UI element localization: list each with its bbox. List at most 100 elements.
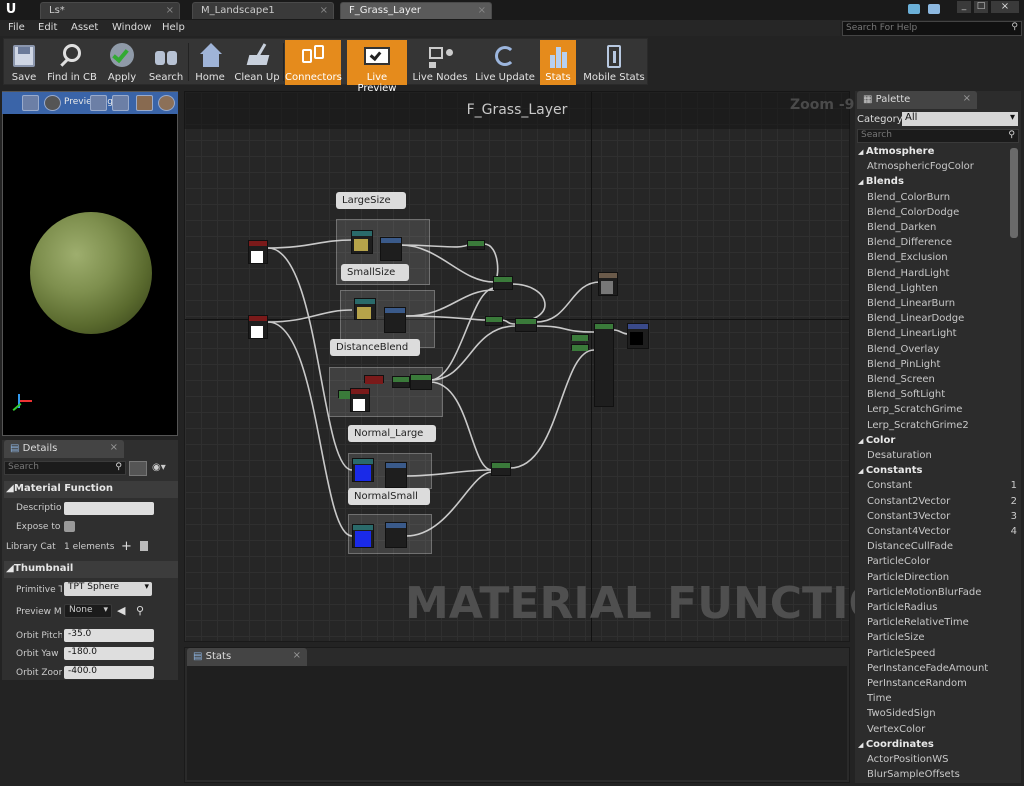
- normal-texture-small[interactable]: [352, 524, 374, 548]
- texture-node-large[interactable]: [380, 237, 402, 261]
- palette-category[interactable]: ◢ Constants: [858, 465, 1008, 476]
- search-icon: ⚲: [1008, 130, 1015, 140]
- palette-item[interactable]: Blend_Screen: [867, 374, 1017, 385]
- palette-item[interactable]: Blend_LinearBurn: [867, 298, 1017, 309]
- palette-item-label: Blend_Difference: [867, 237, 953, 249]
- palette-item[interactable]: Blend_ColorDodge: [867, 207, 1017, 218]
- category-value: All: [905, 112, 918, 123]
- palette-item[interactable]: Lerp_ScratchGrime2: [867, 420, 1017, 431]
- normal-texture-large[interactable]: [352, 458, 374, 482]
- math-node-a[interactable]: [467, 240, 485, 250]
- palette-item[interactable]: Constant 1: [867, 480, 1017, 491]
- category-dropdown[interactable]: All ▾: [902, 112, 1018, 126]
- texcoord-node-small[interactable]: [354, 298, 376, 320]
- palette-item-hotkey: 1: [1010, 480, 1017, 492]
- palette-item-label: Blend_LinearBurn: [867, 298, 956, 309]
- palette-category[interactable]: ◢ Color: [858, 435, 1008, 446]
- normal-multiply-large[interactable]: [385, 462, 407, 488]
- math-node-blend-2[interactable]: [410, 374, 432, 390]
- palette-item-label: Blend_ColorDodge: [867, 206, 960, 218]
- collapse-arrow-icon: ◢: [858, 467, 866, 476]
- palette-item[interactable]: Desaturation: [867, 450, 1017, 461]
- palette-item-label: Blend_LinearDodge: [867, 313, 965, 325]
- param-node-small[interactable]: [248, 315, 268, 339]
- palette-item[interactable]: Time: [867, 693, 1017, 704]
- palette-item-label: Constants: [865, 465, 923, 477]
- normal-multiply-small[interactable]: [385, 522, 407, 548]
- param-node-distance[interactable]: [350, 388, 370, 412]
- palette-item[interactable]: Blend_Darken: [867, 222, 1017, 233]
- texcoord-node-large[interactable]: [351, 230, 373, 254]
- make-attributes-node[interactable]: [594, 323, 614, 407]
- math-node-blend-1[interactable]: [392, 376, 410, 388]
- texture-node-small[interactable]: [384, 307, 406, 333]
- palette-item[interactable]: Constant4Vector 4: [867, 526, 1017, 537]
- palette-item-label: ActorPositionWS: [867, 754, 949, 765]
- palette-item[interactable]: Blend_SoftLight: [867, 389, 1017, 400]
- palette-tab[interactable]: ▦ Palette ×: [857, 91, 977, 109]
- palette-item[interactable]: PerInstanceRandom: [867, 678, 1017, 689]
- palette-search-input[interactable]: Search ⚲: [857, 129, 1019, 143]
- close-icon[interactable]: ×: [963, 93, 971, 104]
- palette-item[interactable]: Blend_LinearLight: [867, 328, 1017, 339]
- collapse-arrow-icon: ◢: [858, 148, 866, 156]
- palette-item[interactable]: Blend_LinearDodge: [867, 313, 1017, 324]
- palette-item[interactable]: Blend_PinLight: [867, 359, 1017, 370]
- palette-category[interactable]: ◢ Coordinates: [858, 739, 1008, 750]
- stats-tab[interactable]: ▤ Stats ×: [187, 648, 307, 666]
- scalar-node-blend-a[interactable]: [364, 375, 384, 384]
- palette-item[interactable]: Constant2Vector 2: [867, 496, 1017, 507]
- palette-item[interactable]: Blend_Lighten: [867, 283, 1017, 294]
- palette-item[interactable]: ParticleColor: [867, 556, 1017, 567]
- stats-body: [187, 666, 847, 780]
- lerp-node-normal[interactable]: [491, 462, 511, 476]
- palette-item[interactable]: Constant3Vector 3: [867, 511, 1017, 522]
- palette-item-label: Blend_Overlay: [867, 343, 940, 355]
- palette-item-label: Blend_Darken: [867, 222, 937, 233]
- palette-item-label: ParticleRelativeTime: [867, 617, 969, 629]
- palette-item-label: Blend_Lighten: [867, 282, 938, 294]
- close-icon[interactable]: ×: [293, 650, 301, 661]
- palette-item[interactable]: ActorPositionWS: [867, 754, 1017, 765]
- palette-item-label: TwoSidedSign: [867, 708, 936, 720]
- palette-item[interactable]: ParticleMotionBlurFade: [867, 587, 1017, 598]
- palette-item[interactable]: DistanceCullFade: [867, 541, 1017, 552]
- palette-item[interactable]: ParticleRadius: [867, 602, 1017, 613]
- param-node-large[interactable]: [248, 240, 268, 264]
- palette-item[interactable]: ParticleDirection: [867, 572, 1017, 583]
- palette-item[interactable]: AtmosphericFogColor: [867, 161, 1017, 172]
- palette-item-label: ParticleDirection: [867, 571, 950, 583]
- palette-item[interactable]: Lerp_ScratchGrime: [867, 404, 1017, 415]
- palette-item[interactable]: ParticleRelativeTime: [867, 617, 1017, 628]
- palette-tab-label: Palette: [875, 94, 911, 105]
- lerp-node-1[interactable]: [493, 276, 513, 290]
- palette-item[interactable]: Blend_HardLight: [867, 268, 1017, 279]
- pin-green-2[interactable]: [571, 344, 589, 351]
- palette-item[interactable]: BlurSampleOffsets: [867, 769, 1017, 780]
- pin-green-1[interactable]: [571, 334, 589, 341]
- palette-item[interactable]: Blend_Overlay: [867, 344, 1017, 355]
- collapse-arrow-icon: ◢: [858, 740, 866, 749]
- lerp-node-2[interactable]: [515, 318, 537, 332]
- palette-item[interactable]: Blend_ColorBurn: [867, 192, 1017, 203]
- palette-item-label: PerInstanceFadeAmount: [867, 662, 989, 674]
- palette-item[interactable]: Blend_Difference: [867, 237, 1017, 248]
- output-node[interactable]: [627, 323, 649, 349]
- desaturation-node[interactable]: [598, 272, 618, 296]
- palette-item-label: Blend_Exclusion: [867, 252, 948, 264]
- palette-item-label: DistanceCullFade: [867, 541, 954, 553]
- palette-category[interactable]: ◢ Blends: [858, 176, 1008, 187]
- palette-item-label: Blend_ColorBurn: [867, 191, 951, 203]
- palette-item[interactable]: VertexColor: [867, 724, 1017, 735]
- palette-item[interactable]: ParticleSpeed: [867, 648, 1017, 659]
- palette-item[interactable]: ParticleSize: [867, 632, 1017, 643]
- palette-item[interactable]: TwoSidedSign: [867, 708, 1017, 719]
- palette-item[interactable]: PerInstanceFadeAmount: [867, 663, 1017, 674]
- palette-item-label: Blend_SoftLight: [867, 389, 946, 401]
- palette-category[interactable]: ◢ Atmosphere: [858, 146, 1008, 157]
- palette-item[interactable]: Blend_Exclusion: [867, 252, 1017, 263]
- palette-item-label: Atmosphere: [865, 146, 935, 157]
- palette-item-hotkey: 4: [1010, 526, 1017, 537]
- palette-item-label: Lerp_ScratchGrime2: [867, 419, 969, 431]
- math-node-b[interactable]: [485, 316, 503, 326]
